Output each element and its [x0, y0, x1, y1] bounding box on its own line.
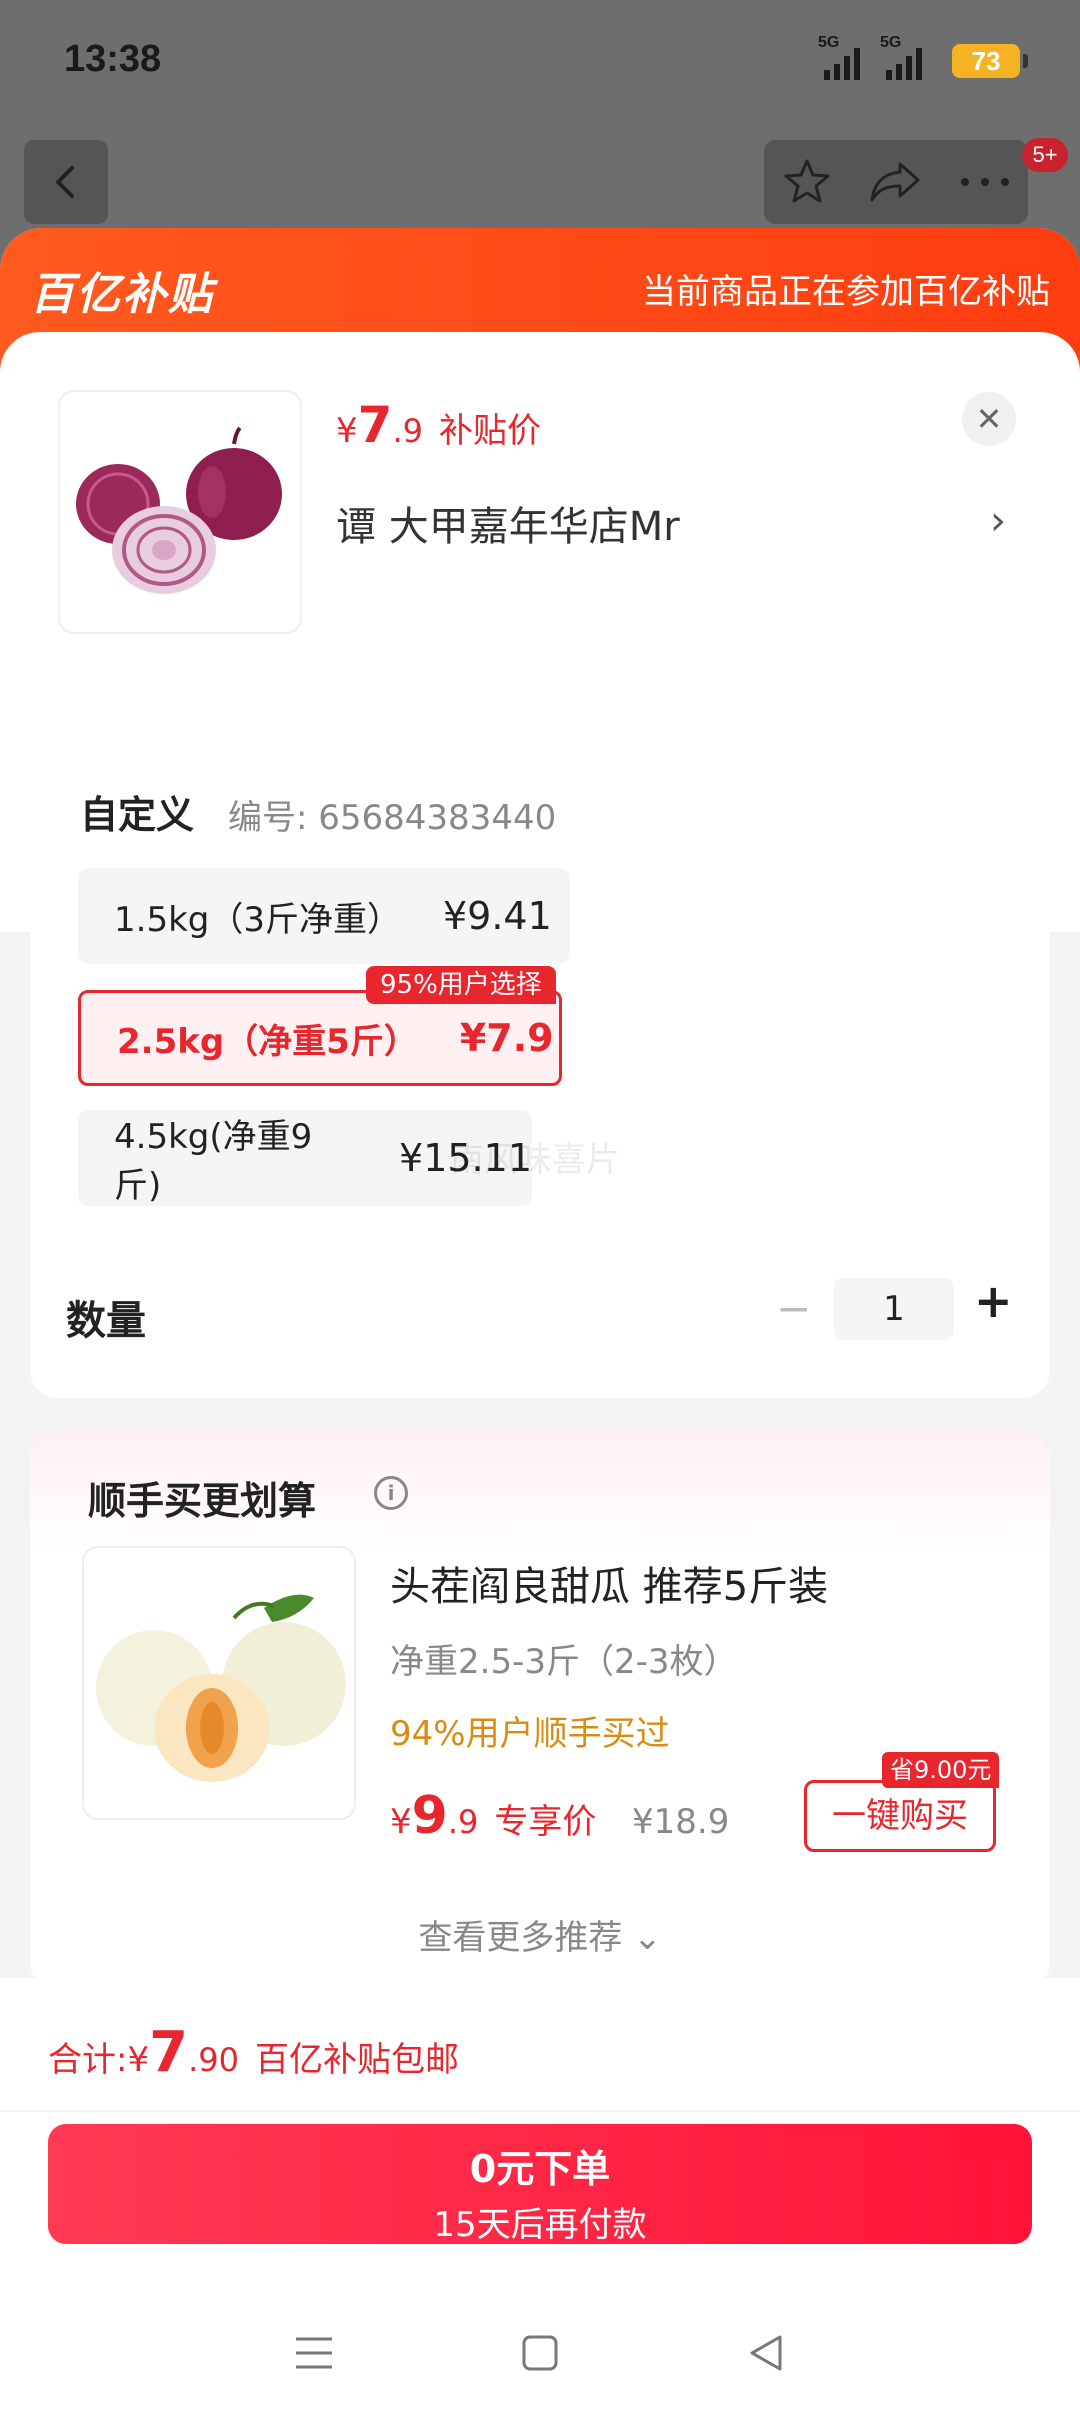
total-price: 合计: ¥ 7 .90 百亿补贴包邮 [48, 2020, 459, 2085]
spec-option-selected[interactable]: 2.5kg（净重5斤） ¥7.9 [78, 990, 562, 1086]
shop-name[interactable]: 谭 大甲嘉年华店Mr [336, 494, 680, 552]
more-recommend-link[interactable]: 查看更多推荐 ⌄ [30, 1910, 1050, 1959]
quantity-minus-button[interactable]: − [776, 1284, 811, 1333]
signal-icon: 5G [808, 34, 866, 80]
subsidy-price: ¥ 7 .9 补贴价 [336, 396, 541, 454]
recommend-item-popularity: 94%用户顺手买过 [390, 1714, 670, 1754]
more-icon[interactable] [959, 176, 1011, 188]
spec-card: 自定义 编号: 65684383440 1.5kg（3斤净重） ¥9.41 2.… [30, 728, 1050, 1398]
message-badge: 5+ [1022, 138, 1068, 172]
star-icon[interactable] [781, 156, 833, 208]
spec-option[interactable]: 1.5kg（3斤净重） ¥9.41 [78, 868, 570, 964]
watermark: 南风味喜片 [450, 1140, 620, 1180]
recommend-item-image[interactable] [84, 1548, 354, 1818]
quantity-label: 数量 [66, 1298, 146, 1344]
one-click-buy-button[interactable]: 一键购买 [804, 1780, 996, 1852]
menu-icon[interactable] [294, 2335, 334, 2371]
recommend-item-name[interactable]: 头茬阎良甜瓜 推荐5斤装 [390, 1554, 828, 1612]
total-row: 合计: ¥ 7 .90 百亿补贴包邮 [0, 1978, 1080, 2112]
chevron-left-icon [56, 166, 74, 198]
divider-card [30, 668, 1050, 696]
back-button[interactable] [24, 140, 108, 224]
spec-code: 编号: 65684383440 [228, 798, 557, 838]
system-nav-bar [0, 2294, 1080, 2412]
price-tag: 补贴价 [438, 411, 541, 451]
status-bar: 13:38 5G 5G 73 [0, 0, 1080, 130]
bottom-bar: 合计: ¥ 7 .90 百亿补贴包邮 0元下单 15天后再付款 [0, 1978, 1080, 2412]
recommend-title: 顺手买更划算 [88, 1479, 317, 1523]
shipping-note: 百亿补贴包邮 [254, 2040, 459, 2080]
info-icon[interactable]: i [374, 1476, 408, 1510]
recommend-item-original-price: ¥18.9 [632, 1802, 730, 1842]
popular-badge: 95%用户选择 [366, 966, 556, 1004]
quantity-input[interactable]: 1 [834, 1278, 954, 1340]
subsidy-note: 当前商品正在参加百亿补贴 [642, 272, 1050, 312]
spec-title: 自定义 [80, 793, 195, 837]
home-icon[interactable] [521, 2334, 559, 2372]
top-actions [764, 140, 1028, 224]
save-badge: 省9.00元 [882, 1752, 1000, 1788]
quantity-plus-button[interactable]: + [974, 1274, 1013, 1328]
share-icon[interactable] [868, 158, 924, 206]
chevron-right-icon[interactable]: › [990, 498, 1006, 544]
signal-icon-2: 5G [880, 34, 938, 80]
battery-icon: 73 [952, 44, 1028, 78]
product-image [60, 392, 300, 632]
status-time: 13:38 [64, 38, 162, 80]
close-button[interactable]: ✕ [962, 392, 1016, 446]
recommend-item-price: ¥ 9 .9 专享价 [390, 1786, 597, 1846]
place-order-button[interactable]: 0元下单 15天后再付款 [48, 2124, 1032, 2245]
subsidy-logo: 百亿补贴 [30, 269, 214, 320]
recommend-item-weight: 净重2.5-3斤（2-3枚） [390, 1642, 738, 1682]
back-nav-icon[interactable] [746, 2333, 786, 2373]
recommend-card: 顺手买更划算 i 头茬阎良甜瓜 推荐5斤装 净重2.5-3斤（2-3枚） 94%… [30, 1430, 1050, 1990]
